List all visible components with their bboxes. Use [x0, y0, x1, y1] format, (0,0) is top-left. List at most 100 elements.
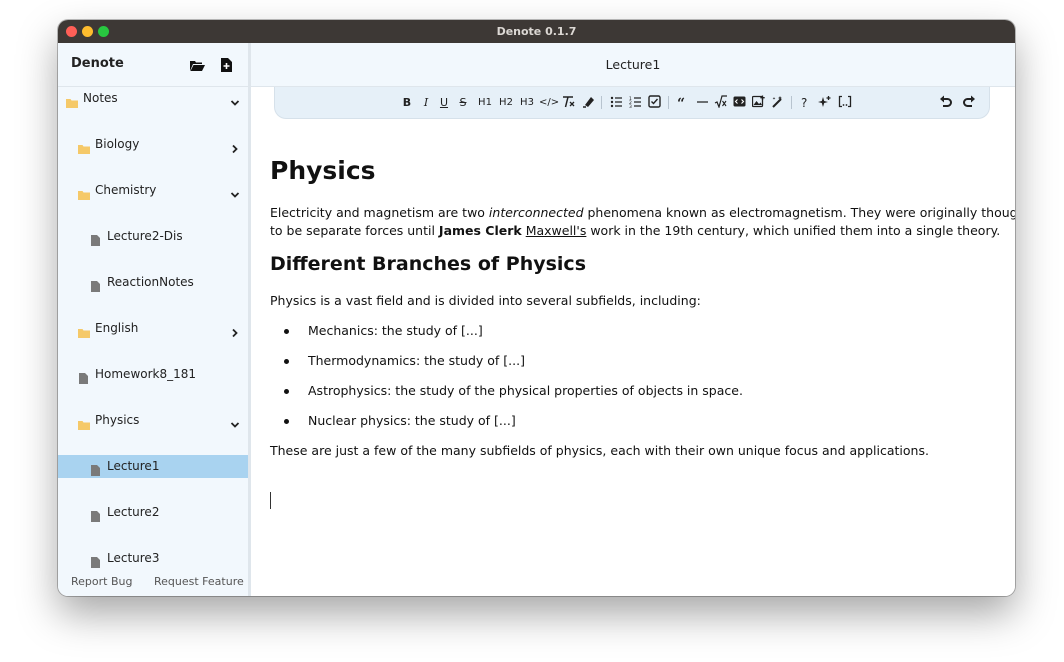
tree-file-lecture2[interactable]: Lecture2: [58, 501, 248, 524]
tree-folder-biology[interactable]: Biology: [58, 133, 248, 156]
folder-icon: [78, 323, 90, 338]
toolbar-separator: [791, 96, 792, 109]
paragraph-line: to be separate forces until James Clerk …: [270, 222, 1000, 240]
strikethrough-button[interactable]: S: [458, 95, 468, 110]
task-list-icon[interactable]: [648, 95, 661, 110]
list-item-text: Nuclear physics: the study of [...]: [308, 413, 516, 428]
tree-item-label: Notes: [83, 91, 118, 105]
tree-folder-notes[interactable]: Notes: [58, 87, 248, 110]
paragraph-text: work in the 19th century, which unified …: [586, 223, 1001, 238]
ai-sparkle-icon[interactable]: [818, 95, 832, 110]
tree-folder-homeworks[interactable]: homeworks: [58, 593, 248, 596]
tree-folder-physics[interactable]: Physics: [58, 409, 248, 432]
bullet: [284, 329, 289, 334]
tree-item-label: English: [95, 321, 139, 335]
tree-file-reactionnotes[interactable]: ReactionNotes: [58, 271, 248, 294]
underlined-text: Maxwell's: [525, 223, 587, 238]
blockquote-icon[interactable]: “: [677, 95, 690, 110]
tree-item-label: Biology: [95, 137, 140, 151]
clear-format-icon[interactable]: [562, 95, 575, 110]
note-title-bar: Lecture1: [251, 43, 1015, 87]
math-icon[interactable]: [714, 95, 728, 110]
file-icon: [79, 369, 91, 384]
bold-text: James Clerk: [438, 223, 522, 238]
zoom-window-button[interactable]: [98, 26, 109, 37]
tree-item-label: Lecture2: [107, 505, 160, 519]
tree-item-label: Physics: [95, 413, 140, 427]
svg-text:3: 3: [629, 104, 632, 108]
minimize-window-button[interactable]: [82, 26, 93, 37]
tree-folder-chemistry[interactable]: Chemistry: [58, 179, 248, 202]
tree-folder-english[interactable]: English: [58, 317, 248, 340]
sidebar: Denote Notes Biology Chemistry Lecture2-…: [58, 43, 251, 596]
bullet: [284, 359, 289, 364]
chevron-down-icon[interactable]: [230, 93, 240, 106]
file-icon: [91, 231, 103, 246]
bold-button[interactable]: B: [402, 95, 412, 110]
help-icon[interactable]: ?: [800, 95, 811, 110]
heading-physics: Physics: [270, 156, 376, 185]
bullet-list-icon[interactable]: [610, 95, 623, 110]
svg-text:?: ?: [801, 96, 807, 108]
tree-item-label: ReactionNotes: [107, 275, 194, 289]
italic-button[interactable]: I: [421, 95, 431, 110]
sidebar-header: Denote: [58, 43, 248, 87]
heading2-button[interactable]: H2: [498, 95, 514, 110]
chevron-down-icon[interactable]: [230, 415, 240, 428]
svg-text:“: “: [677, 96, 685, 108]
tree-file-homework8-181[interactable]: Homework8_181: [58, 363, 248, 386]
tree-item-label: homeworks: [107, 593, 176, 596]
underline-button[interactable]: U: [439, 95, 449, 110]
text-cursor: [270, 492, 271, 509]
paragraph-intro: Physics is a vast field and is divided i…: [270, 293, 701, 308]
new-file-icon[interactable]: [221, 57, 235, 72]
editor-pane: Lecture1 B I U S H1 H2 H3 </> 123 “ ? Ph…: [251, 43, 1015, 596]
file-tree: Notes Biology Chemistry Lecture2-Dis Rea…: [58, 87, 248, 568]
tree-file-lecture2-dis[interactable]: Lecture2-Dis: [58, 225, 248, 248]
image-icon[interactable]: [752, 95, 765, 110]
title-bar: Denote 0.1.7: [58, 20, 1015, 43]
tree-item-label: Lecture1: [107, 459, 160, 473]
note-title: Lecture1: [605, 57, 661, 72]
tree-item-label: Chemistry: [95, 183, 157, 197]
emphasis-text: interconnected: [488, 205, 584, 220]
tree-file-lecture1[interactable]: Lecture1: [58, 455, 248, 478]
undo-icon[interactable]: [939, 95, 953, 110]
bullet: [284, 419, 289, 424]
list-item-text: Thermodynamics: the study of [...]: [308, 353, 525, 368]
chevron-right-icon[interactable]: [230, 323, 240, 338]
toolbar-separator: [601, 96, 602, 109]
paragraph-text: to be separate forces until: [270, 223, 439, 238]
list-item-text: Astrophysics: the study of the physical …: [308, 383, 743, 398]
report-bug-link[interactable]: Report Bug: [71, 575, 132, 588]
wiki-link-icon[interactable]: [838, 95, 852, 110]
code-block-icon[interactable]: [733, 95, 746, 110]
file-icon: [91, 507, 103, 522]
chevron-down-icon[interactable]: [230, 185, 240, 198]
folder-icon: [78, 185, 90, 200]
heading1-button[interactable]: H1: [477, 95, 493, 110]
tree-item-label: Lecture3: [107, 551, 160, 565]
folder-icon: [66, 93, 78, 108]
chevron-right-icon[interactable]: [230, 139, 240, 154]
file-icon: [91, 461, 103, 476]
request-feature-link[interactable]: Request Feature: [154, 575, 244, 588]
heading3-button[interactable]: H3: [519, 95, 535, 110]
close-window-button[interactable]: [66, 26, 77, 37]
formatting-toolbar: B I U S H1 H2 H3 </> 123 “ ?: [274, 87, 990, 119]
redo-icon[interactable]: [962, 95, 976, 110]
horizontal-rule-icon[interactable]: [696, 95, 709, 110]
open-folder-icon[interactable]: [190, 57, 205, 71]
paragraph-line: Electricity and magnetism are two interc…: [270, 204, 1015, 222]
magic-wand-icon[interactable]: [771, 95, 784, 110]
code-button[interactable]: </>: [539, 95, 559, 110]
heading-branches: Different Branches of Physics: [270, 253, 587, 275]
highlight-icon[interactable]: [582, 95, 595, 110]
ordered-list-icon[interactable]: 123: [629, 95, 642, 110]
tree-file-lecture3[interactable]: Lecture3: [58, 547, 248, 570]
tree-item-label: Lecture2-Dis: [107, 229, 183, 243]
paragraph-text: phenomena known as electromagnetism. The…: [583, 205, 1015, 220]
paragraph-closing: These are just a few of the many subfiel…: [270, 443, 929, 458]
list-item-text: Mechanics: the study of [...]: [308, 323, 483, 338]
window-title: Denote 0.1.7: [496, 25, 577, 38]
